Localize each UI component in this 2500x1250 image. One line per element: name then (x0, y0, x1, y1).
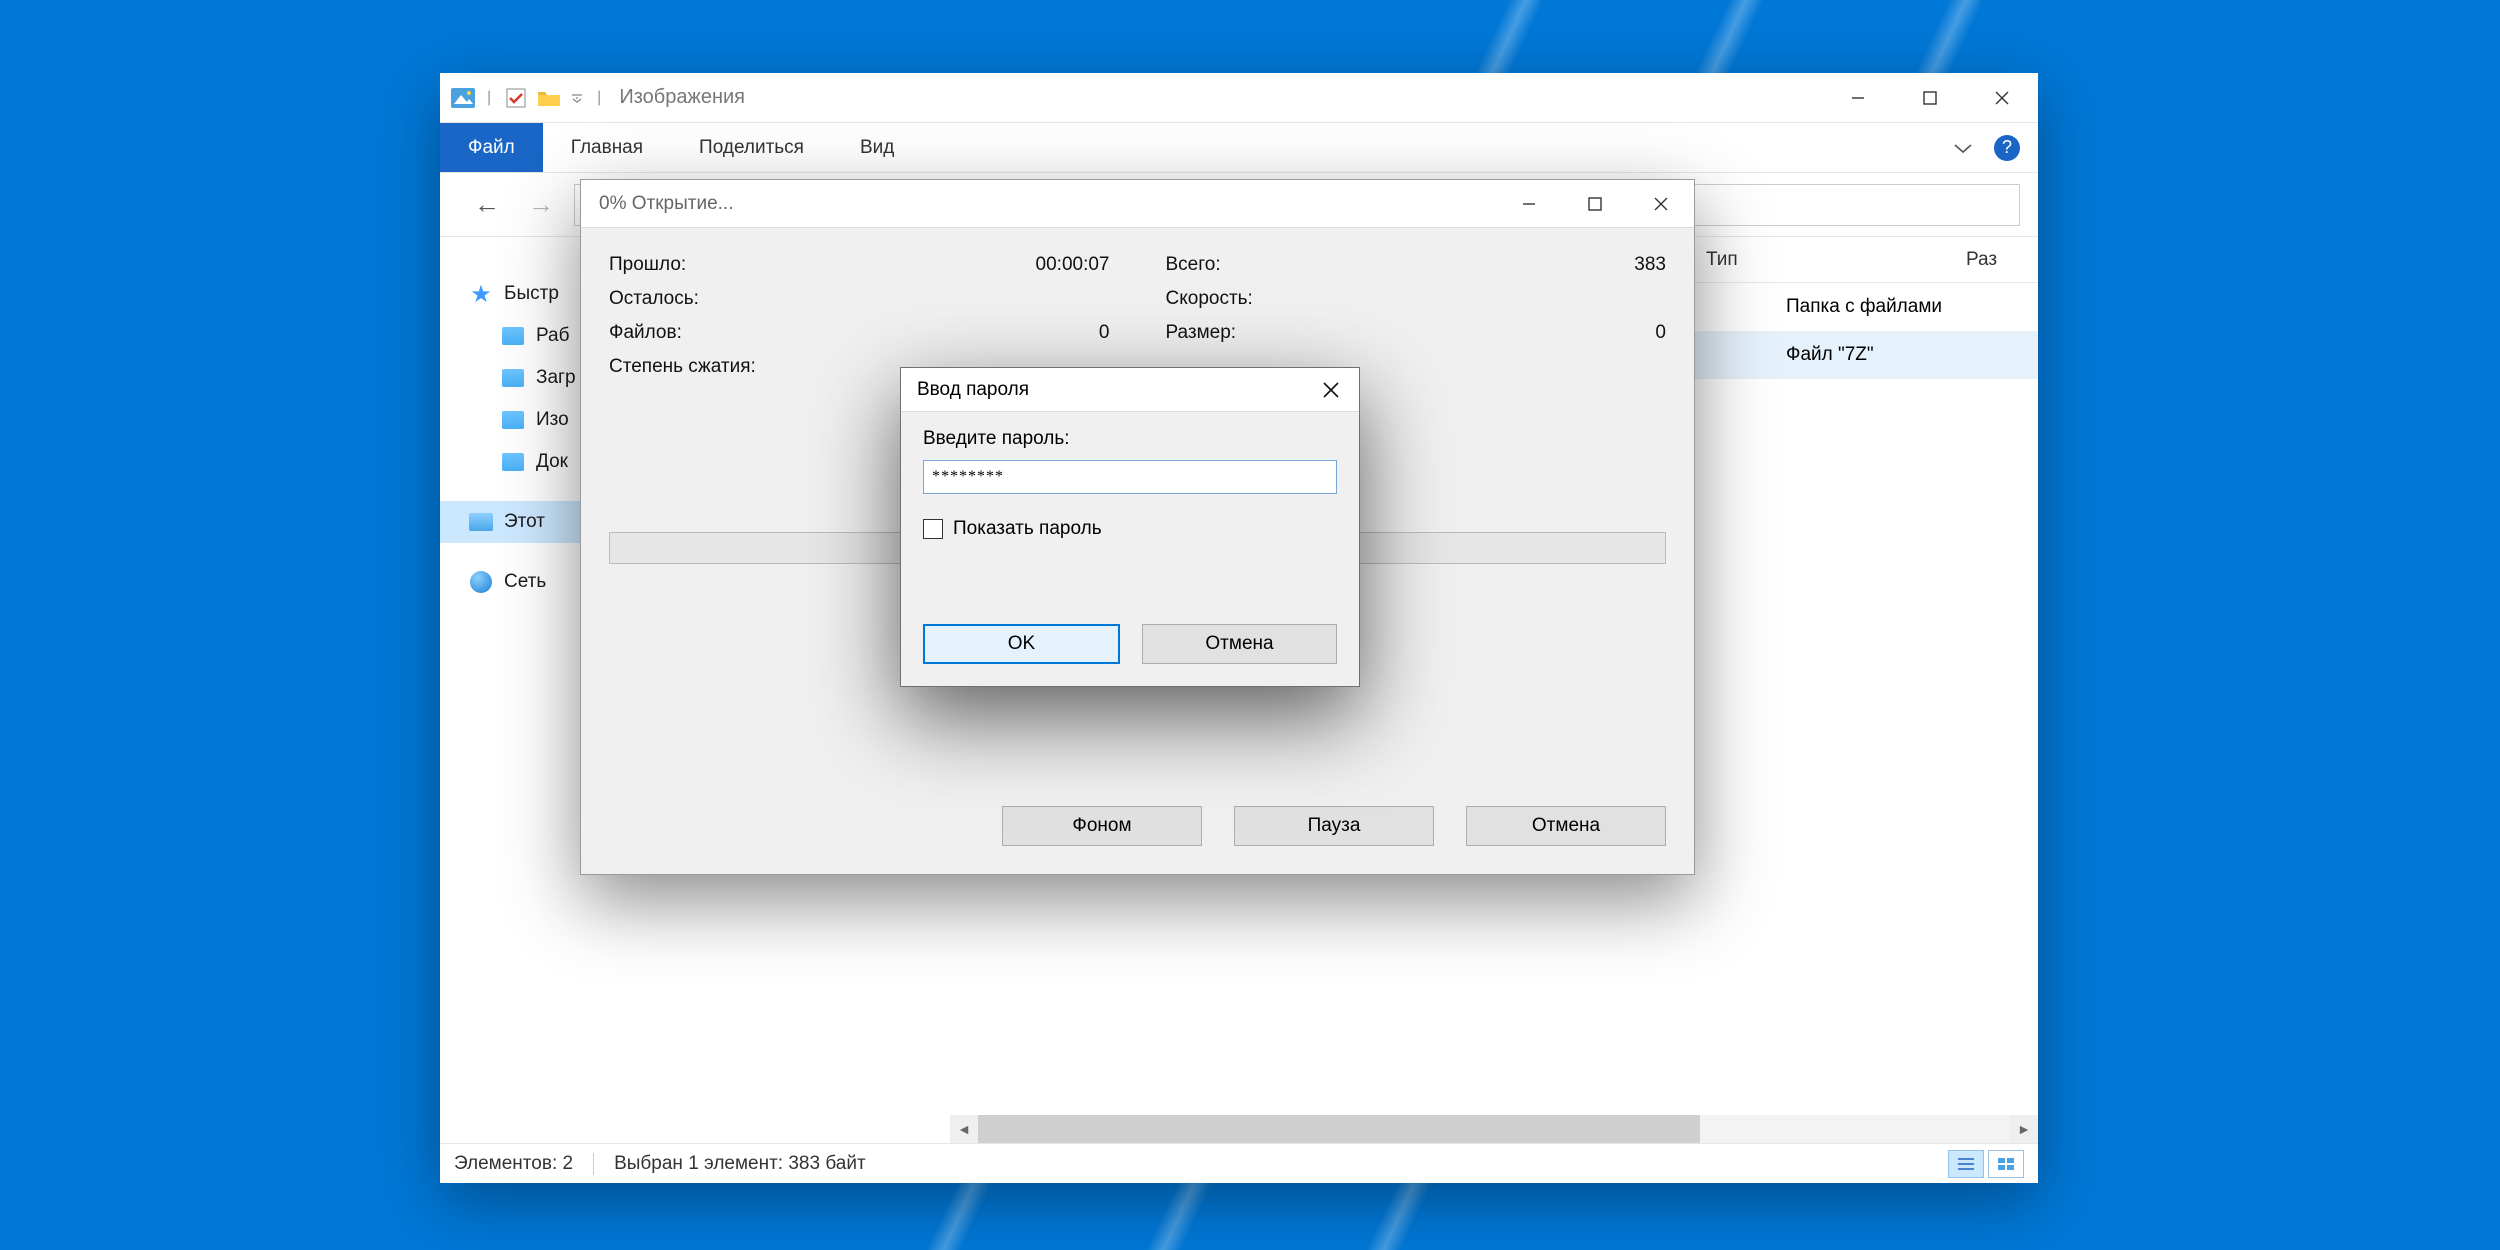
nav-label: Изо (536, 409, 569, 431)
cell-type: Папка с файлами (1768, 296, 2028, 318)
explorer-titlebar[interactable]: | | Изображения (440, 73, 2038, 123)
help-icon[interactable]: ? (1994, 135, 2020, 161)
ok-button[interactable]: OK (923, 624, 1120, 664)
ribbon: Файл Главная Поделиться Вид ? (440, 123, 2038, 173)
view-large-button[interactable] (1988, 1150, 2024, 1178)
ribbon-tab-home[interactable]: Главная (543, 123, 671, 172)
scroll-right-icon[interactable]: ► (2010, 1115, 2038, 1143)
nav-back-icon[interactable]: ← (466, 185, 508, 224)
label: Осталось: (609, 288, 699, 310)
titlebar-separator: | (593, 89, 605, 107)
close-button[interactable] (1628, 180, 1694, 228)
maximize-button[interactable] (1562, 180, 1628, 228)
close-button[interactable] (1303, 368, 1359, 412)
folder-icon (500, 323, 526, 349)
label: Скорость: (1166, 288, 1253, 310)
ribbon-tab-file[interactable]: Файл (440, 123, 543, 172)
progress-titlebar[interactable]: 0% Открытие... (581, 180, 1694, 228)
folder-icon (500, 449, 526, 475)
close-button[interactable] (1966, 73, 2038, 123)
label: Всего: (1166, 254, 1221, 276)
view-details-button[interactable] (1948, 1150, 1984, 1178)
nav-forward-icon: → (520, 185, 562, 224)
password-titlebar[interactable]: Ввод пароля (901, 368, 1359, 412)
nav-label: Раб (536, 325, 570, 347)
column-size[interactable]: Раз (1948, 249, 2028, 271)
row-remaining: Осталось: (609, 282, 1110, 316)
minimize-button[interactable] (1822, 73, 1894, 123)
column-type[interactable]: Тип (1688, 249, 1948, 271)
status-selection: Выбран 1 элемент: 383 байт (614, 1153, 866, 1175)
value: 00:00:07 (1036, 254, 1110, 276)
password-label: Введите пароль: (923, 428, 1337, 450)
nav-label: Быстр (504, 283, 559, 305)
photos-app-icon (450, 88, 475, 108)
cancel-button[interactable]: Отмена (1466, 806, 1666, 846)
label: Файлов: (609, 322, 682, 344)
checkbox-label: Показать пароль (953, 518, 1102, 540)
progress-title: 0% Открытие... (599, 193, 733, 215)
status-item-count: Элементов: 2 (454, 1153, 573, 1175)
row-total: Всего: 383 (1166, 248, 1667, 282)
value: 0 (1099, 322, 1110, 344)
label: Прошло: (609, 254, 686, 276)
row-speed: Скорость: (1166, 282, 1667, 316)
password-input[interactable] (923, 460, 1337, 494)
row-files: Файлов: 0 (609, 316, 1110, 350)
scroll-thumb[interactable] (978, 1115, 1700, 1143)
ribbon-collapse-icon[interactable] (1936, 123, 1990, 172)
pc-icon (468, 509, 494, 535)
cancel-button[interactable]: Отмена (1142, 624, 1337, 664)
cell-type: Файл "7Z" (1768, 344, 2028, 366)
label: Степень сжатия: (609, 356, 756, 378)
checkbox-icon[interactable] (923, 519, 943, 539)
nav-label: Этот (504, 511, 545, 533)
folder-icon[interactable] (536, 88, 561, 108)
row-elapsed: Прошло: 00:00:07 (609, 248, 1110, 282)
pause-button[interactable]: Пауза (1234, 806, 1434, 846)
value: 0 (1655, 322, 1666, 344)
network-icon (468, 569, 494, 595)
titlebar-separator: | (483, 89, 495, 107)
nav-label: Сеть (504, 571, 546, 593)
background-button[interactable]: Фоном (1002, 806, 1202, 846)
nav-label: Док (536, 451, 568, 473)
scroll-track[interactable] (978, 1115, 2010, 1143)
check-icon[interactable] (503, 88, 528, 108)
star-icon: ★ (468, 281, 494, 307)
folder-icon (500, 407, 526, 433)
nav-label: Загр (536, 367, 576, 389)
folder-icon (500, 365, 526, 391)
label: Размер: (1166, 322, 1237, 344)
maximize-button[interactable] (1894, 73, 1966, 123)
show-password-checkbox[interactable]: Показать пароль (923, 518, 1337, 540)
scroll-left-icon[interactable]: ◄ (950, 1115, 978, 1143)
horizontal-scrollbar[interactable]: ◄ ► (950, 1115, 2038, 1143)
password-dialog: Ввод пароля Введите пароль: Показать пар… (900, 367, 1360, 687)
minimize-button[interactable] (1496, 180, 1562, 228)
window-title: Изображения (619, 86, 745, 109)
status-bar: Элементов: 2 Выбран 1 элемент: 383 байт (440, 1143, 2038, 1183)
ribbon-tab-view[interactable]: Вид (832, 123, 922, 172)
status-separator (593, 1153, 594, 1175)
dropdown-icon[interactable] (569, 88, 585, 108)
row-size: Размер: 0 (1166, 316, 1667, 350)
password-title: Ввод пароля (917, 379, 1029, 401)
value: 383 (1634, 254, 1666, 276)
ribbon-tab-share[interactable]: Поделиться (671, 123, 832, 172)
